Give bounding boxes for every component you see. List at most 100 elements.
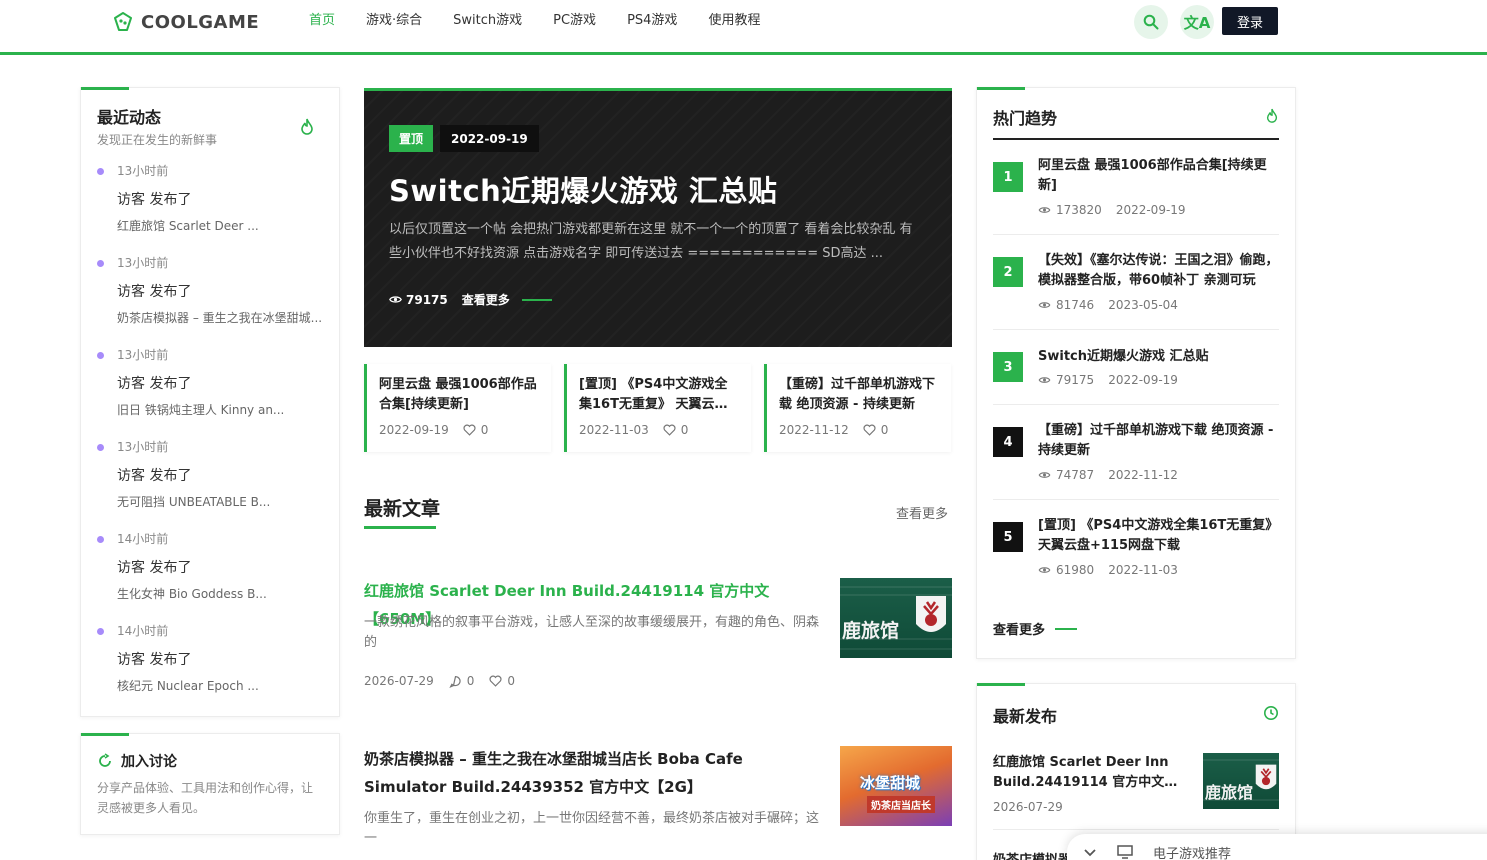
comment-icon: [449, 675, 461, 688]
eye-icon: [389, 296, 402, 303]
hot-item[interactable]: 1 阿里云盘 最强1006部作品合集[持续更新] 173820 2022-09-…: [993, 156, 1279, 226]
login-button[interactable]: 登录: [1222, 7, 1278, 35]
hot-item-title[interactable]: 【失效】《塞尔达传说：王国之泪》偷跑，模拟器整合版，带60帧补丁 亲测可玩: [1038, 251, 1279, 291]
sticky-post-title[interactable]: 【重磅】过千部单机游戏下载 绝顶资源 - 持续更新: [779, 375, 937, 415]
activity-item[interactable]: 13小时前 访客 发布了 旧日 铁锅炖主理人 Kinny an...: [97, 348, 327, 417]
hot-item[interactable]: 4 【重磅】过千部单机游戏下载 绝顶资源 - 持续更新 74787 2022-1…: [993, 421, 1279, 491]
discussion-card[interactable]: 加入讨论 分享产品体验、工具用法和创作心得，让灵感被更多人看见。: [80, 733, 340, 835]
card-accent: [977, 683, 1025, 686]
activity-text[interactable]: 旧日 铁锅炖主理人 Kinny an...: [97, 403, 327, 417]
article-excerpt: 一款绣花风格的叙事平台游戏，让感人至深的故事缓缓展开，有趣的角色、阴森的: [364, 615, 820, 650]
view-count: 79175: [1056, 373, 1095, 387]
sticky-post-title[interactable]: 阿里云盘 最强1006部作品合集[持续更新]: [379, 375, 537, 415]
new-release-item-title[interactable]: 红鹿旅馆 Scarlet Deer Inn Build.24419114 官方中…: [993, 753, 1179, 793]
flame-icon: [1266, 108, 1278, 123]
activity-title: 访客 发布了: [117, 560, 192, 576]
thumbnail-subcaption: 奶茶店当店长: [867, 796, 935, 813]
hot-item-date: 2022-11-03: [1108, 563, 1178, 577]
sticky-post-card[interactable]: 【重磅】过千部单机游戏下载 绝顶资源 - 持续更新 2022-11-12 0: [764, 364, 951, 452]
logo-text: COOLGAME: [141, 11, 260, 33]
sticky-post-title[interactable]: [置顶] 《PS4中文游戏全集16T无重复》 天翼云盘+115网盘下载: [579, 375, 737, 415]
new-release-thumbnail[interactable]: 鹿旅馆: [1203, 753, 1279, 809]
site-logo[interactable]: COOLGAME: [111, 10, 259, 34]
nav-switch[interactable]: Switch游戏: [453, 12, 522, 30]
nav-ps4[interactable]: PS4游戏: [627, 12, 677, 30]
activity-item[interactable]: 14小时前 访客 发布了 生化女神 Bio Goddess B...: [97, 532, 327, 601]
view-count: 81746: [1056, 298, 1095, 312]
hot-item-date: 2023-05-04: [1108, 298, 1178, 312]
activity-text[interactable]: 奶茶店模拟器 – 重生之我在冰堡甜城...: [97, 311, 327, 325]
timeline-dot: [97, 260, 104, 267]
article-thumbnail[interactable]: 冰堡甜城 奶茶店当店长: [840, 746, 952, 826]
hot-item-title[interactable]: Switch近期爆火游戏 汇总贴: [1038, 347, 1279, 367]
article-thumbnail[interactable]: 鹿旅馆: [840, 578, 952, 658]
hot-item-title[interactable]: 阿里云盘 最强1006部作品合集[持续更新]: [1038, 156, 1279, 196]
article-item[interactable]: 红鹿旅馆 Scarlet Deer Inn Build.24419114 官方中…: [364, 577, 952, 688]
activity-item[interactable]: 13小时前 访客 发布了 无可阻挡 UNBEATABLE B...: [97, 440, 327, 509]
heart-icon: [489, 675, 502, 687]
translate-icon: 文A: [1183, 13, 1211, 32]
hot-more-link[interactable]: 查看更多: [993, 619, 1078, 638]
nav-pc[interactable]: PC游戏: [553, 12, 596, 30]
activity-text[interactable]: 生化女神 Bio Goddess B...: [97, 587, 327, 601]
hot-item[interactable]: 3 Switch近期爆火游戏 汇总贴 79175 2022-09-19: [993, 346, 1279, 396]
rank-badge: 5: [993, 522, 1023, 552]
sticky-post-card[interactable]: [置顶] 《PS4中文游戏全集16T无重复》 天翼云盘+115网盘下载 2022…: [564, 364, 751, 452]
search-button[interactable]: [1134, 5, 1168, 39]
sticky-post-card[interactable]: 阿里云盘 最强1006部作品合集[持续更新] 2022-09-19 0: [364, 364, 551, 452]
article-item[interactable]: 奶茶店模拟器 – 重生之我在冰堡甜城当店长 Boba Cafe Simulato…: [364, 745, 952, 855]
clock-icon: [1264, 706, 1278, 720]
activity-time: 14小时前: [117, 624, 169, 638]
hot-item[interactable]: 5 [置顶] 《PS4中文游戏全集16T无重复》 天翼云盘+115网盘下载 61…: [993, 516, 1279, 586]
nav-tutorial[interactable]: 使用教程: [708, 12, 760, 30]
recommend-floatbar[interactable]: 电子游戏推荐: [1067, 834, 1487, 860]
hot-item-title[interactable]: 【重磅】过千部单机游戏下载 绝顶资源 - 持续更新: [1038, 421, 1279, 461]
article-title[interactable]: 奶茶店模拟器 – 重生之我在冰堡甜城当店长 Boba Cafe Simulato…: [364, 745, 819, 801]
hero-title[interactable]: Switch近期爆火游戏 汇总贴: [389, 168, 777, 210]
new-release-item-title[interactable]: 奶茶店模拟器: [993, 849, 1071, 860]
card-accent: [81, 733, 129, 736]
activity-text[interactable]: 无可阻挡 UNBEATABLE B...: [97, 495, 327, 509]
refresh-chat-icon: [99, 753, 111, 767]
timeline-dot: [97, 536, 104, 543]
hero-more-link[interactable]: 查看更多: [462, 291, 510, 308]
discussion-text: 分享产品体验、工具用法和创作心得，让灵感被更多人看见。: [97, 781, 314, 815]
hot-trends-card: 热门趋势 1 阿里云盘 最强1006部作品合集[持续更新] 173820 202…: [976, 87, 1296, 659]
nav-home[interactable]: 首页: [309, 12, 335, 30]
activity-text[interactable]: 红鹿旅馆 Scarlet Deer ...: [97, 219, 327, 233]
hero-banner[interactable]: 置顶 2022-09-19 Switch近期爆火游戏 汇总贴 以后仅顶置这一个帖…: [364, 88, 952, 347]
thumbnail-caption: 鹿旅馆: [842, 620, 900, 642]
like-count: 0: [880, 423, 889, 437]
like-count: 0: [480, 423, 489, 437]
activity-item[interactable]: 14小时前 访客 发布了 核纪元 Nuclear Epoch ...: [97, 624, 327, 693]
latest-more-link[interactable]: 查看更多: [896, 503, 948, 522]
hero-date: 2022-09-19: [440, 125, 539, 152]
like-count: 0: [680, 423, 689, 437]
activity-text[interactable]: 核纪元 Nuclear Epoch ...: [97, 679, 327, 693]
hot-item-title[interactable]: [置顶] 《PS4中文游戏全集16T无重复》 天翼云盘+115网盘下载: [1038, 516, 1279, 556]
activity-item[interactable]: 13小时前 访客 发布了 奶茶店模拟器 – 重生之我在冰堡甜城...: [97, 256, 327, 325]
view-count: 173820: [1056, 203, 1102, 217]
card-accent: [977, 87, 1025, 90]
language-button[interactable]: 文A: [1180, 5, 1214, 39]
hot-more-label: 查看更多: [993, 623, 1046, 638]
eye-icon: [1038, 377, 1051, 383]
like-count: 0: [507, 674, 516, 688]
recent-subtitle: 发现正在发生的新鲜事: [97, 133, 218, 147]
timeline-dot: [97, 352, 104, 359]
activity-title: 访客 发布了: [117, 192, 192, 208]
hot-item[interactable]: 2 【失效】《塞尔达传说：王国之泪》偷跑，模拟器整合版，带60帧补丁 亲测可玩 …: [993, 251, 1279, 321]
flame-icon: [301, 118, 313, 135]
nav-games-general[interactable]: 游戏·综合: [366, 12, 422, 30]
card-accent: [81, 87, 129, 90]
activity-title: 访客 发布了: [117, 376, 192, 392]
hot-title: 热门趋势: [993, 109, 1058, 128]
rank-badge: 1: [993, 162, 1023, 192]
chevron-down-icon[interactable]: [1083, 847, 1097, 857]
hero-description: 以后仅顶置这一个帖 会把热门游戏都更新在这里 就不一个一个的顶置了 看着会比较杂…: [389, 222, 913, 261]
activity-item[interactable]: 13小时前 访客 发布了 红鹿旅馆 Scarlet Deer ...: [97, 164, 327, 233]
heart-icon: [663, 424, 676, 436]
hot-item-date: 2022-09-19: [1108, 373, 1178, 387]
activity-title: 访客 发布了: [117, 284, 192, 300]
deer-emblem-icon: [916, 596, 946, 632]
